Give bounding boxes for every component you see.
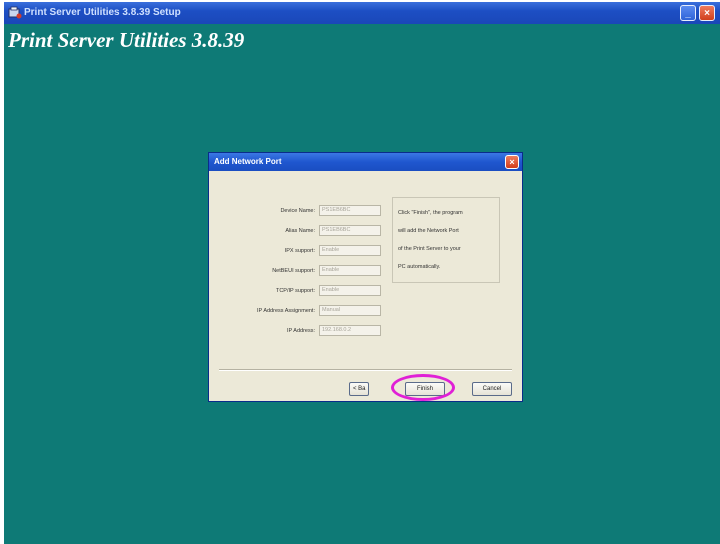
netbeui-support-label: NetBEUI support: bbox=[272, 268, 315, 274]
cancel-button[interactable]: Cancel bbox=[472, 382, 512, 396]
ipx-support-label: IPX support: bbox=[284, 248, 315, 254]
info-message-line: will add the Network Port bbox=[398, 228, 459, 234]
ip-address-field: 192.168.0.2 bbox=[319, 325, 381, 336]
tcpip-support-field: Enable bbox=[319, 285, 381, 296]
info-message-line: Click "Finish", the program bbox=[398, 210, 463, 216]
dialog-close-button[interactable]: × bbox=[505, 155, 519, 169]
ip-assignment-field: Manual bbox=[319, 305, 381, 316]
ip-address-label: IP Address: bbox=[286, 328, 315, 334]
info-message-box: Click "Finish", the program will add the… bbox=[392, 197, 500, 283]
minimize-button[interactable]: _ bbox=[680, 5, 696, 21]
setup-window-title: Print Server Utilities 3.8.39 Setup bbox=[24, 7, 181, 18]
setup-app-icon bbox=[8, 6, 22, 19]
add-network-port-dialog: Add Network Port × Device Name: PS1EB6BC… bbox=[208, 152, 523, 402]
back-button[interactable]: < Ba bbox=[349, 382, 369, 396]
setup-window: Print Server Utilities 3.8.39 Setup _ × … bbox=[4, 2, 720, 544]
ip-assignment-label: IP Address Assignment: bbox=[257, 308, 315, 314]
device-name-label: Device Name: bbox=[280, 208, 315, 214]
finish-highlight-ring bbox=[391, 374, 455, 401]
tcpip-support-label: TCP/IP support: bbox=[275, 288, 315, 294]
ipx-support-field: Enable bbox=[319, 245, 381, 256]
info-message-line: of the Print Server to your bbox=[398, 246, 461, 252]
button-separator bbox=[219, 369, 512, 371]
info-message-line: PC automatically. bbox=[398, 264, 441, 270]
device-name-field: PS1EB6BC bbox=[319, 205, 381, 216]
dialog-title: Add Network Port bbox=[214, 157, 282, 166]
alias-name-field: PS1EB6BC bbox=[319, 225, 381, 236]
setup-title-bar: Print Server Utilities 3.8.39 Setup _ × bbox=[4, 2, 720, 24]
setup-heading: Print Server Utilities 3.8.39 bbox=[8, 28, 245, 52]
window-close-button[interactable]: × bbox=[699, 5, 715, 21]
dialog-title-bar: Add Network Port × bbox=[209, 153, 522, 171]
alias-name-label: Alias Name: bbox=[285, 228, 315, 234]
netbeui-support-field: Enable bbox=[319, 265, 381, 276]
